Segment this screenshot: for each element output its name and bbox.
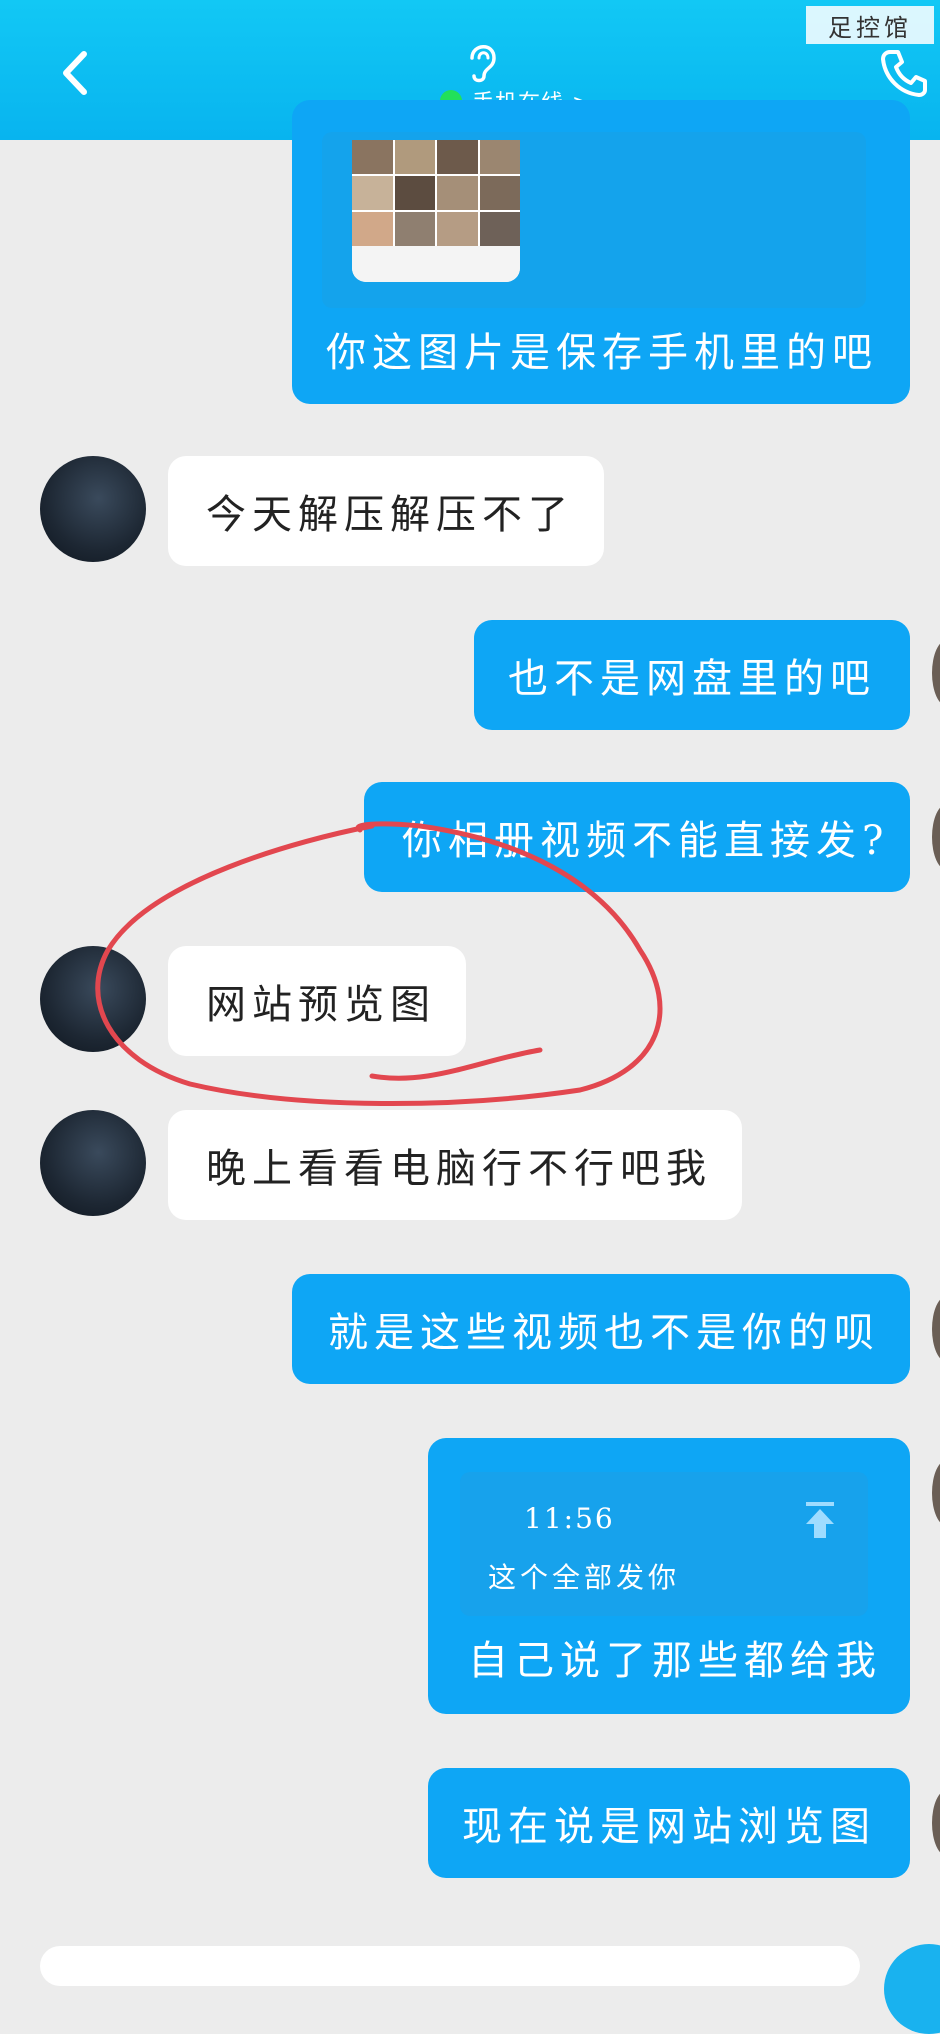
message-bubble-out[interactable]: 就是这些视频也不是你的呗 — [292, 1274, 910, 1384]
upload-icon — [806, 1502, 834, 1538]
message-text: 今天解压解压不了 — [206, 492, 574, 538]
message-text: 你相册视频不能直接发? — [402, 818, 890, 864]
avatar[interactable] — [40, 1110, 146, 1216]
message-text: 自己说了那些都给我 — [468, 1638, 882, 1684]
avatar[interactable] — [932, 1790, 940, 1856]
watermark: 足控馆 — [806, 6, 934, 44]
send-button[interactable] — [884, 1944, 940, 2034]
message-input[interactable] — [40, 1946, 860, 1986]
avatar[interactable] — [932, 640, 940, 706]
message-text: 你这图片是保存手机里的吧 — [326, 330, 878, 376]
message-bubble-in[interactable]: 晚上看看电脑行不行吧我 — [168, 1110, 742, 1220]
message-text: 也不是网盘里的吧 — [508, 656, 876, 702]
quoted-message-time: 11:56 — [524, 1502, 615, 1535]
chevron-left-icon[interactable] — [52, 48, 102, 98]
message-text: 晚上看看电脑行不行吧我 — [206, 1146, 712, 1192]
ear-icon[interactable] — [462, 38, 502, 84]
message-bubble-out[interactable]: 你相册视频不能直接发? — [364, 782, 910, 892]
thumbnail-photo-grid — [352, 140, 520, 246]
avatar[interactable] — [932, 804, 940, 870]
message-bubble-out[interactable]: 也不是网盘里的吧 — [474, 620, 910, 730]
message-bubble-out[interactable]: 现在说是网站浏览图 — [428, 1768, 910, 1878]
quoted-message-text: 这个全部发你 — [488, 1561, 681, 1594]
avatar[interactable] — [932, 1460, 940, 1526]
thumbnail-tabbar — [352, 246, 520, 282]
message-text: 网站预览图 — [206, 982, 436, 1028]
message-bubble-in[interactable]: 网站预览图 — [168, 946, 466, 1056]
image-thumbnail[interactable] — [352, 140, 520, 282]
avatar[interactable] — [40, 456, 146, 562]
message-text: 现在说是网站浏览图 — [462, 1804, 876, 1850]
message-bubble-in[interactable]: 今天解压解压不了 — [168, 456, 604, 566]
avatar[interactable] — [40, 946, 146, 1052]
message-text: 就是这些视频也不是你的呗 — [328, 1310, 880, 1356]
avatar[interactable] — [932, 1296, 940, 1362]
phone-icon[interactable] — [878, 46, 930, 98]
